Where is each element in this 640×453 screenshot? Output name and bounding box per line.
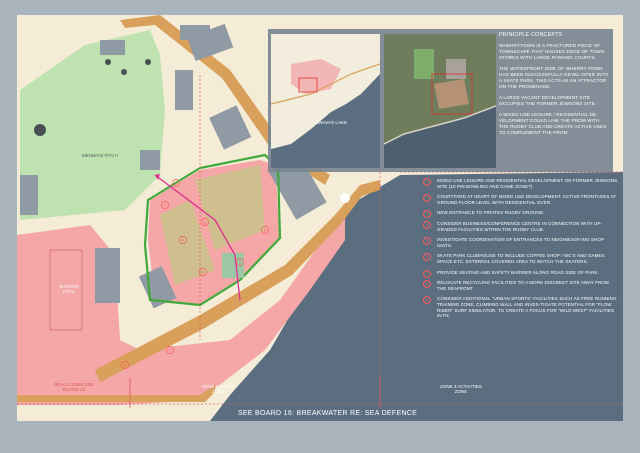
note-item: 7 PROVIDE SEATING AND SAFETY BARRIER ALON… (423, 269, 619, 278)
note-number: 1 (423, 178, 431, 186)
principle-concepts-panel: GWAVAS LAKE PRINCIPLE CONCEPTS WHERRYTOW… (268, 29, 613, 172)
tree-marker (145, 59, 151, 65)
note-item: 6 SKATE PARK CLUBHOUSE TO INCLUDE COFFEE … (423, 253, 619, 264)
tree-marker (105, 59, 111, 65)
proposal-notes: 1 MIXED-USE LEISURE AND RESIDENTIAL DEVEL… (423, 178, 619, 324)
building (175, 70, 193, 110)
zone3-label: ZONE 3 ACTIVITIES ZONE (440, 384, 482, 395)
note-text: CONSIDER ADDITIONAL "URBAN SPORTS" FACIL… (437, 296, 617, 319)
concept-paragraph: THE WATERFRONT SIDE OF WHERRY-TOWN HAS B… (499, 66, 609, 89)
aerial-pitch (414, 49, 434, 79)
beach-zone-label: BEACH ZONE SEE BOARD 13 (54, 382, 94, 393)
building (180, 25, 210, 40)
site-marker-label: 8 (124, 363, 126, 367)
location-map-graphic (270, 34, 381, 168)
site-marker-label: 6 (202, 270, 204, 274)
note-text: CONSIDER BUSINESS/CONFERENCE CENTRE IN C… (437, 220, 603, 232)
note-number: 3 (423, 210, 431, 219)
building (140, 150, 160, 170)
note-text: COURTYARD AT HEART OF MIXED USE DEVELOPM… (437, 194, 617, 205)
location-map-thumbnail: GWAVAS LAKE (270, 34, 381, 168)
concept-paragraph: A MIXED USE LEISURE / RESIDENTIAL DE-VEL… (499, 112, 607, 135)
breakwater-marker (340, 193, 350, 203)
zone4-label: ZONE 4 SKATE ZONE (202, 384, 234, 395)
concept-paragraph: WHERRYTOWN IS A FRACTURED PIECE OF TOWNS… (499, 43, 605, 60)
note-item: 2 COURTYARD AT HEART OF MIXED USE DEVELOP… (423, 194, 619, 205)
note-text: MIXED-USE LEISURE AND RESIDENTIAL DEVELO… (437, 178, 618, 189)
tree-marker (121, 69, 127, 75)
lake-label: GWAVAS LAKE (314, 120, 348, 125)
aerial-photo-graphic (383, 34, 497, 168)
note-number: 2 (423, 194, 431, 203)
site-marker-label: 1 (164, 203, 166, 207)
note-text: PROVIDE SEATING AND SAFETY BARRIER ALONG… (437, 269, 599, 275)
note-text: SKATE PARK CLUBHOUSE TO INCLUDE COFFEE S… (437, 253, 605, 264)
site-marker-label: 3 (175, 181, 177, 185)
site-marker-label: 5 (264, 228, 266, 232)
building (95, 248, 120, 303)
note-item: 1 MIXED-USE LEISURE AND RESIDENTIAL DEVEL… (423, 178, 619, 189)
note-number: 7 (423, 269, 431, 278)
footer-note: SEE BOARD 16: BREAKWATER RE: SEA DEFENCE (237, 410, 418, 417)
note-item: 5 INVESTIGATE COORDINATION OF ENTRANCES T… (423, 237, 619, 248)
aerial-photo-thumbnail (383, 34, 497, 168)
note-item: 9 CONSIDER ADDITIONAL "URBAN SPORTS" FACI… (423, 296, 619, 318)
note-number: 9 (423, 296, 431, 305)
tree-marker (34, 124, 46, 136)
aerial-block (446, 59, 466, 79)
pool-label: BOATING POOL (59, 284, 79, 294)
site-marker-label: 9 (239, 260, 241, 264)
note-text: INVESTIGATE COORDINATION OF ENTRANCES TO… (437, 237, 605, 248)
note-text: NEW ENTRANCE TO PIRATES RUGBY GROUND. (437, 210, 545, 216)
site-marker-label: 4 (182, 238, 184, 242)
site-marker-label: 7 (169, 348, 171, 352)
note-number: 8 (423, 280, 431, 289)
note-number: 4 (423, 220, 431, 229)
note-number: 6 (423, 253, 431, 262)
concept-title: PRINCIPLE CONCEPTS (499, 32, 563, 38)
note-item: 4 CONSIDER BUSINESS/CONFERENCE CENTRE IN … (423, 220, 619, 232)
aerial-site (434, 79, 469, 109)
note-item: 8 RELOCATE RECYCLING FACILITIES TO A MORE… (423, 280, 619, 291)
note-item: 3 NEW ENTRANCE TO PIRATES RUGBY GROUND. (423, 210, 619, 219)
note-text: RELOCATE RECYCLING FACILITIES TO A MORE … (437, 280, 609, 291)
board: 123456789 GWAVAS LAKE PRINCIPLE CONCEPTS… (0, 0, 640, 453)
site-marker-label: 2 (204, 220, 206, 224)
concept-paragraph: A LARGE VACANT DEVELOPMENT SITE OCCUPIES… (499, 95, 597, 106)
pitch-label: MENNAYE PITCH (82, 153, 118, 158)
note-number: 5 (423, 237, 431, 246)
concept-text: WHERRYTOWN IS A FRACTURED PIECE OF TOWNS… (499, 43, 609, 141)
building (20, 175, 38, 215)
building (100, 40, 125, 55)
